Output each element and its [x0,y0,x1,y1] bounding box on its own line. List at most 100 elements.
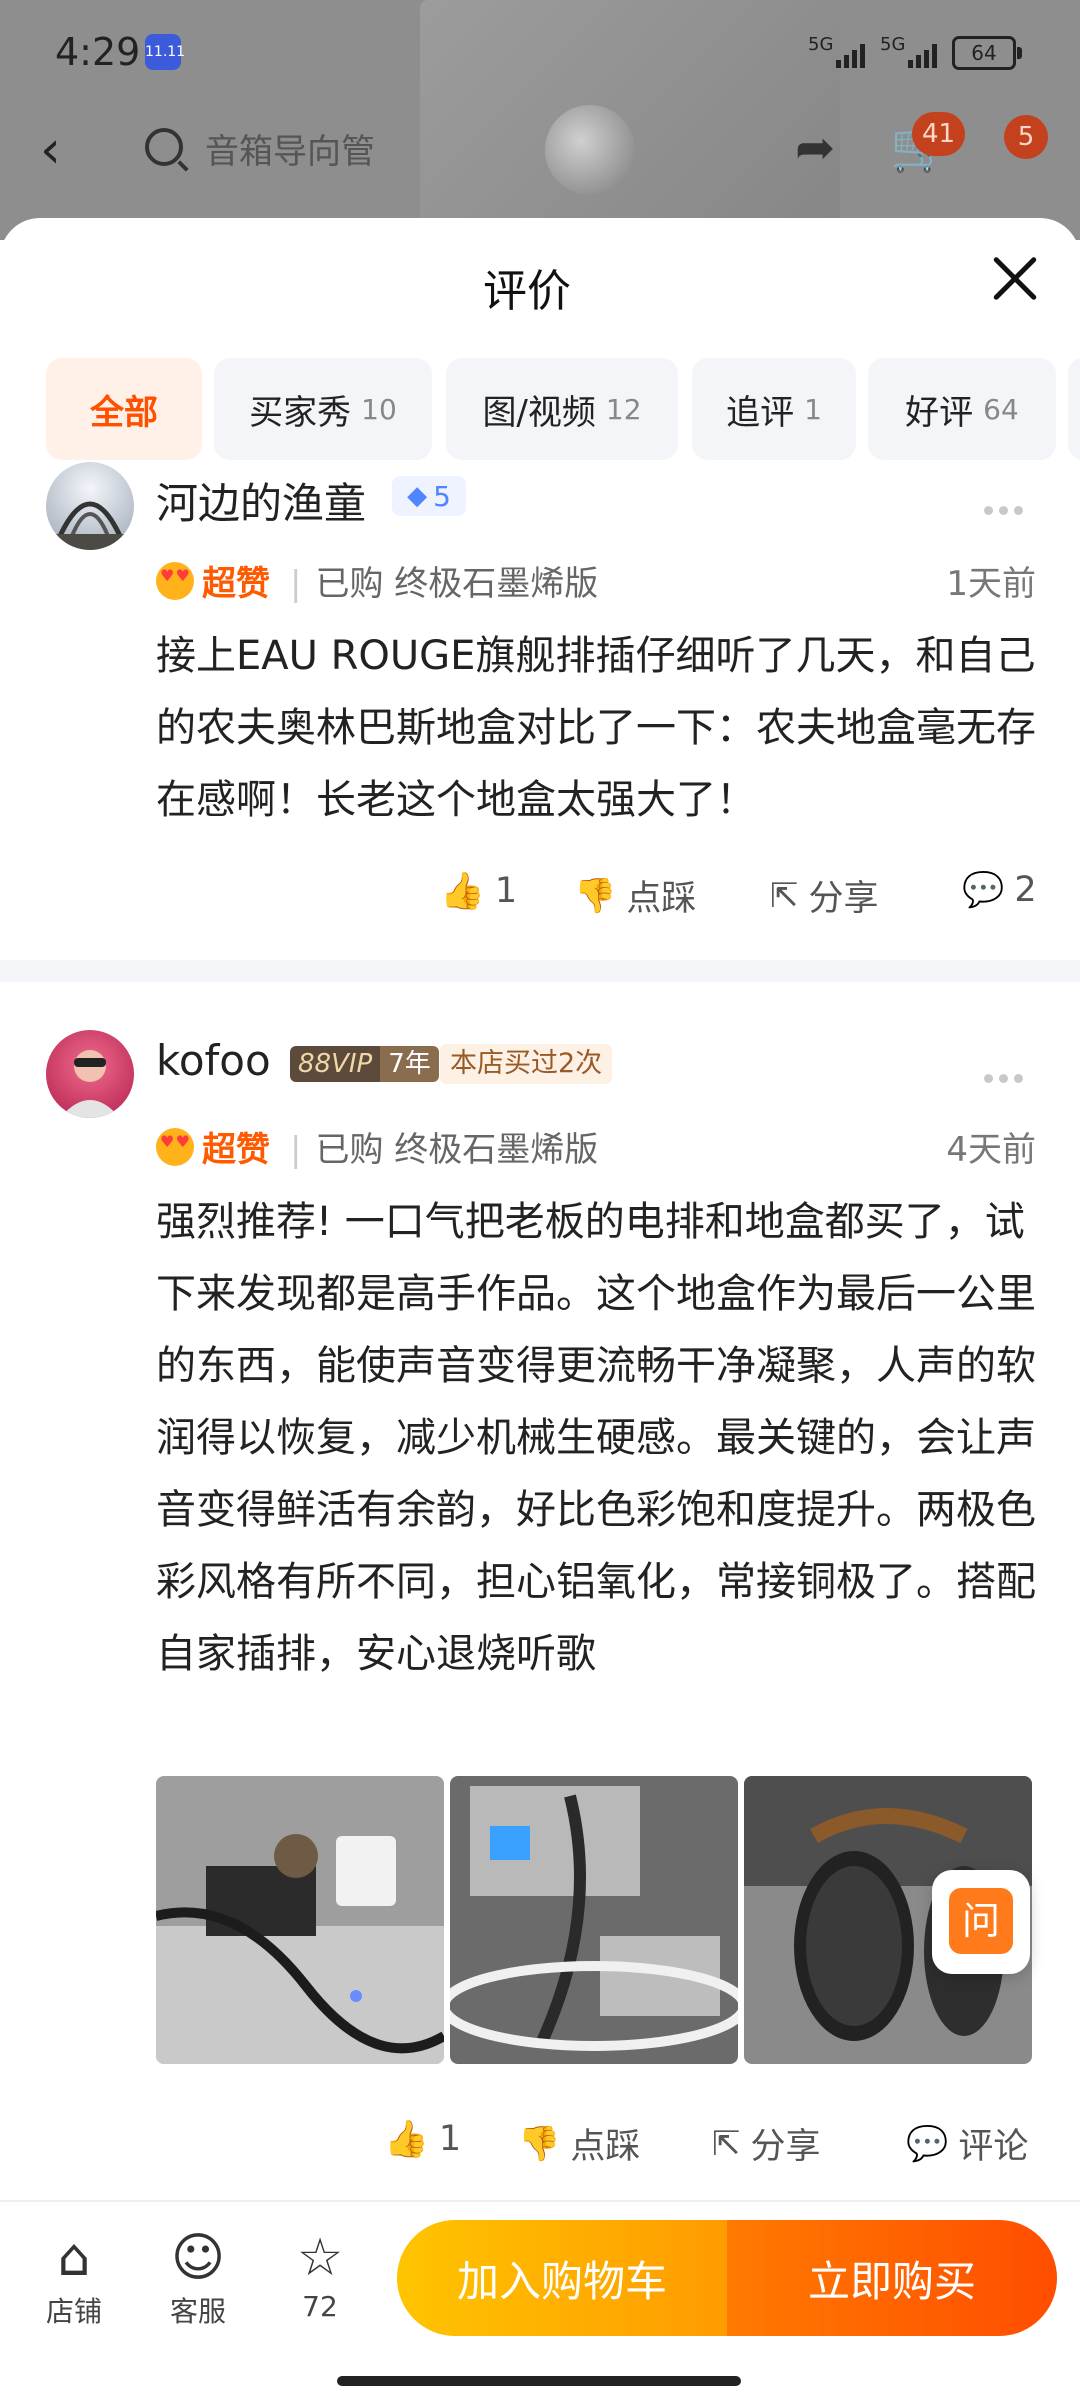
tab-count: 1 [804,392,822,426]
like-count: 1 [494,871,518,911]
more-options-icon[interactable] [984,500,1032,515]
purchased-variant-label: 已购 终极石墨烯版 [315,564,599,604]
comment-icon: 💬 [962,870,1005,910]
review-photo[interactable] [450,1776,738,2064]
purchased-variant-label: 已购 终极石墨烯版 [315,1130,599,1170]
review-divider [0,960,1080,982]
share-icon: ⇱ [770,875,799,916]
network-type-label: 5G [808,34,834,55]
review-time: 4天前 [946,1130,1036,1170]
user-level-badge: ◆ 5 [392,476,466,516]
tab-label: 图/视频 [482,392,596,433]
search-input[interactable]: 音箱导向管 [205,124,375,173]
purchased-variant: | 已购 终极石墨烯版 [290,564,599,604]
review-username[interactable]: 河边的渔童 [156,470,366,531]
add-to-cart-button[interactable]: 加入购物车 [397,2220,727,2336]
share-icon: ⇱ [712,2123,741,2164]
ask-question-button[interactable]: 问 [932,1870,1030,1974]
home-indicator[interactable] [337,2376,741,2386]
more-badge: 5 [1004,115,1048,159]
signal-icon: 5G [808,34,882,72]
comment-button[interactable]: 💬 2 [962,870,1037,910]
vip-years: 7年 [380,1046,439,1082]
battery-icon: 64 [952,36,1022,70]
comment-count: 2 [1014,870,1037,910]
rating-label: 超赞 [202,1130,270,1170]
search-icon [145,128,183,166]
store-icon: ⌂ [57,2228,91,2288]
review-content[interactable]: 接上EAU ROUGE旗舰排插仔细听了几天，和自己的农夫奥林巴斯地盒对比了一下：… [156,620,1036,836]
tab-follow-up[interactable]: 追评 1 [692,358,856,460]
dislike-button[interactable]: 👎 点踩 [574,870,696,921]
thumbs-up-icon: 👍 [384,2119,429,2160]
tab-label: 好评 [905,392,974,433]
store-repeat-badge: 本店买过2次 [440,1044,613,1084]
tab-media[interactable]: 图/视频 12 [446,358,678,460]
like-button[interactable]: 👍 1 [440,870,517,912]
close-icon[interactable] [988,252,1042,306]
rating-label: 超赞 [202,564,270,604]
share-label: 分享 [750,2127,821,2167]
share-button[interactable]: ⇱ 分享 [770,870,879,921]
comment-icon: 💬 [906,2123,949,2164]
tab-label: 全部 [90,392,158,433]
tab-more[interactable] [1068,358,1080,460]
store-label: 店铺 [45,2295,102,2328]
share-icon[interactable]: ➦ [795,120,835,176]
tab-all[interactable]: 全部 [46,358,202,460]
chat-face-icon: ☺ [170,2228,226,2288]
product-photo-detail [545,105,635,195]
tab-buyer-show[interactable]: 买家秀 10 [214,358,432,460]
favorite-count: 72 [302,2290,338,2323]
share-label: 分享 [808,879,879,919]
review-username[interactable]: kofoo [156,1036,271,1085]
tab-count: 10 [361,392,397,426]
bottom-bar-divider [0,2200,1080,2202]
review-time: 1天前 [946,564,1036,604]
dislike-button[interactable]: 👎 点踩 [518,2118,640,2169]
dislike-label: 点踩 [626,879,697,919]
sheet-title: 评价 [483,266,571,317]
rating-badge: 超赞 [156,556,270,605]
product-photo [420,0,840,240]
buy-now-button[interactable]: 立即购买 [727,2220,1057,2336]
status-time: 4:29 [55,30,141,74]
comment-button[interactable]: 💬 评论 [906,2118,1028,2169]
tab-label: 追评 [726,392,795,433]
back-arrow-icon[interactable]: ‹ [40,120,61,180]
tab-label: 买家秀 [249,392,352,433]
store-button[interactable]: ⌂ 店铺 [24,2226,124,2330]
review-photo[interactable] [156,1776,444,2064]
comment-label: 评论 [958,2127,1029,2167]
like-button[interactable]: 👍 1 [384,2118,461,2160]
user-level: 5 [433,479,451,513]
tab-count: 64 [983,392,1019,426]
customer-service-button[interactable]: ☺ 客服 [148,2226,248,2330]
dislike-label: 点踩 [570,2127,641,2167]
app-notification-icon: 11.11 [145,34,185,70]
thumbs-down-icon: 👎 [518,2123,561,2164]
more-options-icon[interactable] [984,1068,1032,1083]
tab-positive[interactable]: 好评 64 [868,358,1056,460]
review-content[interactable]: 强烈推荐! 一口气把老板的电排和地盒都买了，试下来发现都是高手作品。这个地盒作为… [156,1186,1036,1690]
avatar[interactable] [46,462,134,550]
purchased-variant: | 已购 终极石墨烯版 [290,1130,599,1170]
like-count: 1 [438,2119,462,2159]
vip-label: 88VIP [290,1046,381,1082]
cart-badge: 41 [912,112,966,156]
rating-badge: 超赞 [156,1122,270,1171]
share-button[interactable]: ⇱ 分享 [712,2118,821,2169]
heart-eyes-icon [156,1127,194,1166]
network-type-label-2: 5G [880,34,906,55]
thumbs-up-icon: 👍 [440,871,485,912]
ask-label: 问 [949,1888,1013,1954]
heart-eyes-icon [156,561,194,600]
diamond-icon: ◆ [407,481,428,511]
vip-badge: 88VIP 7年 [290,1046,439,1082]
thumbs-down-icon: 👎 [574,875,617,916]
tab-count: 12 [605,392,642,426]
customer-service-label: 客服 [169,2295,226,2328]
favorite-button[interactable]: ☆ 72 [270,2226,370,2323]
avatar[interactable] [46,1030,134,1118]
star-icon: ☆ [296,2228,344,2288]
